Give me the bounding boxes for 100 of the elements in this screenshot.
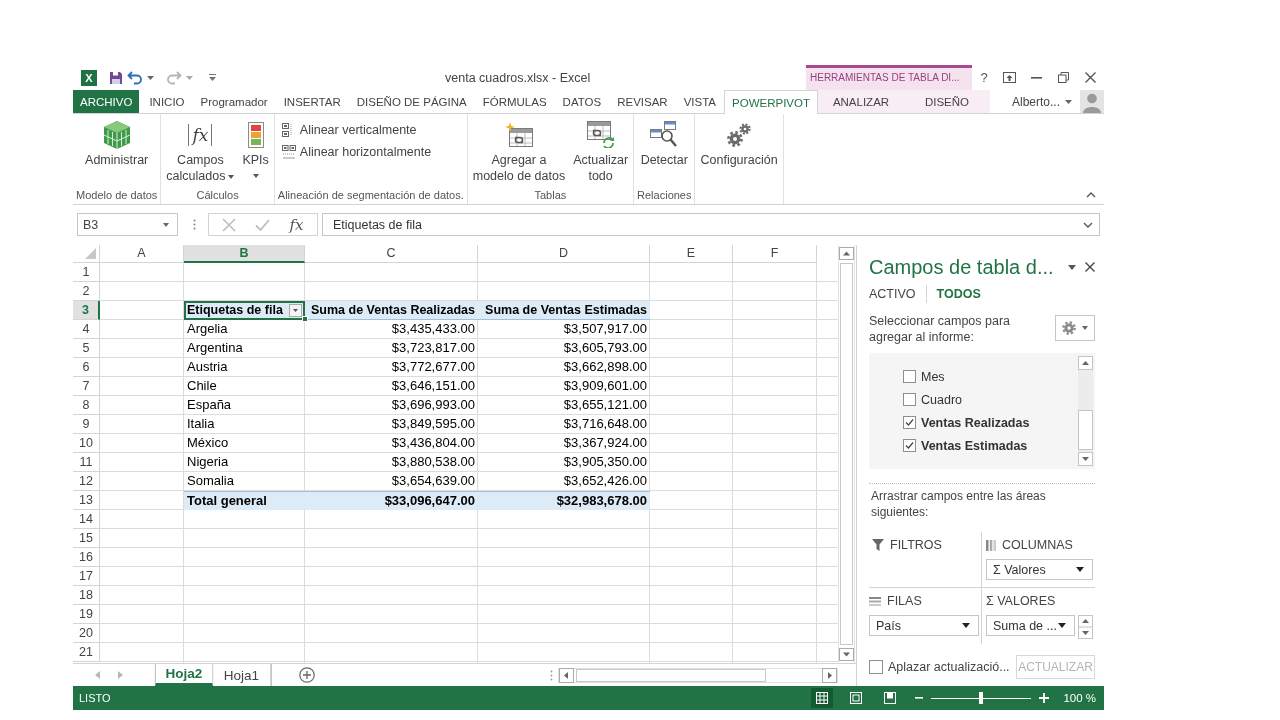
vertical-dots-icon[interactable] bbox=[550, 669, 553, 681]
field-dropdown[interactable]: País bbox=[869, 615, 979, 636]
ribbon-button[interactable]: KPIs bbox=[238, 117, 273, 178]
restore-icon[interactable] bbox=[1058, 72, 1069, 83]
formula-field[interactable]: Etiquetas de fila bbox=[322, 213, 1100, 236]
checkbox[interactable] bbox=[903, 393, 916, 406]
row-header[interactable]: 2 bbox=[73, 282, 100, 301]
caret-icon[interactable] bbox=[1076, 567, 1084, 572]
ribbon-tab[interactable]: INICIO bbox=[141, 90, 193, 113]
chevron-down-icon[interactable] bbox=[1083, 221, 1093, 228]
row-header[interactable]: 12 bbox=[73, 472, 100, 491]
vertical-scrollbar[interactable] bbox=[838, 245, 855, 663]
scrollbar-thumb[interactable] bbox=[840, 263, 853, 645]
ribbon-tab[interactable]: REVISAR bbox=[609, 90, 676, 113]
panel-tab[interactable]: ACTIVO bbox=[869, 287, 916, 301]
sheet-tab[interactable]: Hoja2 bbox=[155, 664, 213, 686]
save-icon[interactable] bbox=[109, 70, 123, 85]
box-up-arrow-icon[interactable] bbox=[1003, 72, 1016, 83]
settings-icon[interactable] bbox=[1062, 321, 1076, 335]
row-header[interactable]: 3 bbox=[73, 301, 100, 320]
row-header[interactable]: 9 bbox=[73, 415, 100, 434]
close-icon[interactable] bbox=[1085, 262, 1095, 272]
checkbox[interactable] bbox=[869, 660, 883, 674]
filter-dropdown-icon[interactable] bbox=[289, 303, 302, 317]
ribbon-tab[interactable]: ARCHIVO bbox=[73, 90, 140, 113]
row-header[interactable]: 1 bbox=[73, 263, 100, 282]
column-header[interactable]: C bbox=[305, 245, 478, 263]
ribbon-button[interactable]: Agregar a modelo de datos bbox=[468, 117, 570, 184]
vertical-dots-icon[interactable] bbox=[193, 219, 196, 230]
zoom-in-icon[interactable] bbox=[1039, 693, 1050, 703]
name-box[interactable]: B3 bbox=[77, 213, 178, 236]
horizontal-scrollbar[interactable] bbox=[558, 667, 838, 683]
zoom-level-text[interactable]: 100 % bbox=[1063, 692, 1096, 704]
row-header[interactable]: 18 bbox=[73, 586, 100, 605]
minimize-icon[interactable] bbox=[1031, 76, 1042, 79]
vertical-scrollbar[interactable] bbox=[1078, 356, 1093, 466]
checkbox[interactable] bbox=[903, 370, 916, 383]
instruction-text: Seleccionar campos para agregar al informe: bbox=[869, 313, 1012, 345]
scrollbar-thumb[interactable] bbox=[576, 668, 766, 682]
ribbon-button[interactable]: Actualizar todo bbox=[569, 117, 633, 184]
scroll-arrows-icon[interactable] bbox=[1078, 615, 1093, 639]
checkbox[interactable] bbox=[903, 416, 916, 429]
panel-tab[interactable]: TODOS bbox=[936, 287, 981, 301]
close-icon[interactable] bbox=[1085, 72, 1096, 83]
column-header[interactable]: D bbox=[478, 245, 650, 263]
column-header[interactable]: F bbox=[733, 245, 817, 263]
caret-icon[interactable] bbox=[1058, 623, 1066, 628]
ribbon-tab[interactable]: FÓRMULAS bbox=[474, 90, 555, 113]
row-header[interactable]: 17 bbox=[73, 567, 100, 586]
caret-icon[interactable] bbox=[228, 174, 235, 179]
field-dropdown[interactable]: Suma de ... bbox=[986, 615, 1075, 636]
checkbox[interactable] bbox=[903, 439, 916, 452]
row-header[interactable]: 7 bbox=[73, 377, 100, 396]
ribbon-tab[interactable]: DISEÑO bbox=[904, 90, 990, 113]
quick-access-menu-icon[interactable] bbox=[209, 74, 216, 81]
ribbon-tab[interactable]: POWERPIVOT bbox=[724, 90, 818, 114]
row-header[interactable]: 13 bbox=[73, 491, 100, 510]
app-logo[interactable]: X bbox=[81, 69, 97, 86]
fill-handle[interactable] bbox=[302, 316, 308, 322]
row-header[interactable]: 20 bbox=[73, 624, 100, 643]
ribbon-tab[interactable]: VISTA bbox=[675, 90, 725, 113]
ribbon-tab[interactable]: DISEÑO DE PÁGINA bbox=[348, 90, 475, 113]
row-header[interactable]: 4 bbox=[73, 320, 100, 339]
ribbon-tab[interactable]: DATOS bbox=[554, 90, 610, 113]
insert-function-button[interactable]: fx bbox=[289, 215, 304, 234]
ribbon-button[interactable]: Administrar bbox=[81, 117, 153, 168]
ribbon-tab[interactable]: Programador bbox=[192, 90, 276, 113]
ribbon-tab[interactable]: ANALIZAR bbox=[818, 90, 904, 113]
settings-dropdown-button[interactable] bbox=[1055, 315, 1095, 341]
field-dropdown[interactable]: Σ Valores bbox=[986, 559, 1093, 580]
ribbon-tab[interactable]: INSERTAR bbox=[275, 90, 349, 113]
row-header[interactable]: 16 bbox=[73, 548, 100, 567]
scrollbar-thumb[interactable] bbox=[1078, 410, 1093, 450]
ribbon-button[interactable]: Detectar bbox=[636, 117, 692, 168]
check-icon[interactable] bbox=[255, 218, 271, 231]
column-header[interactable]: E bbox=[650, 245, 733, 263]
row-header[interactable]: 11 bbox=[73, 453, 100, 472]
row-header[interactable]: 6 bbox=[73, 358, 100, 377]
ribbon-button[interactable]: Alinear verticalmente bbox=[281, 119, 417, 141]
row-header[interactable]: 19 bbox=[73, 605, 100, 624]
caret-icon[interactable] bbox=[252, 174, 259, 178]
row-header[interactable]: 10 bbox=[73, 434, 100, 453]
row-header[interactable]: 15 bbox=[73, 529, 100, 548]
row-header[interactable]: 14 bbox=[73, 510, 100, 529]
ribbon-button[interactable]: fx Campos calculados bbox=[162, 117, 239, 184]
ribbon-button[interactable]: Alinear horizontalmente bbox=[281, 141, 432, 163]
row-header[interactable]: 8 bbox=[73, 396, 100, 415]
caret-icon[interactable] bbox=[962, 623, 970, 628]
column-header[interactable]: B bbox=[184, 245, 305, 263]
row-header[interactable]: 5 bbox=[73, 339, 100, 358]
help-button[interactable]: ? bbox=[972, 70, 996, 85]
caret-icon[interactable] bbox=[1068, 264, 1076, 270]
plus-circle-icon[interactable] bbox=[299, 667, 315, 683]
ribbon-button[interactable]: Configuración bbox=[696, 117, 782, 168]
undo-icon[interactable] bbox=[127, 70, 143, 85]
zoom-slider-thumb[interactable] bbox=[979, 692, 984, 704]
row-header[interactable]: 21 bbox=[73, 643, 100, 662]
chevron-up-icon[interactable] bbox=[1086, 192, 1096, 198]
view-button[interactable] bbox=[811, 688, 834, 708]
account-button[interactable]: Alberto... bbox=[1011, 94, 1072, 109]
